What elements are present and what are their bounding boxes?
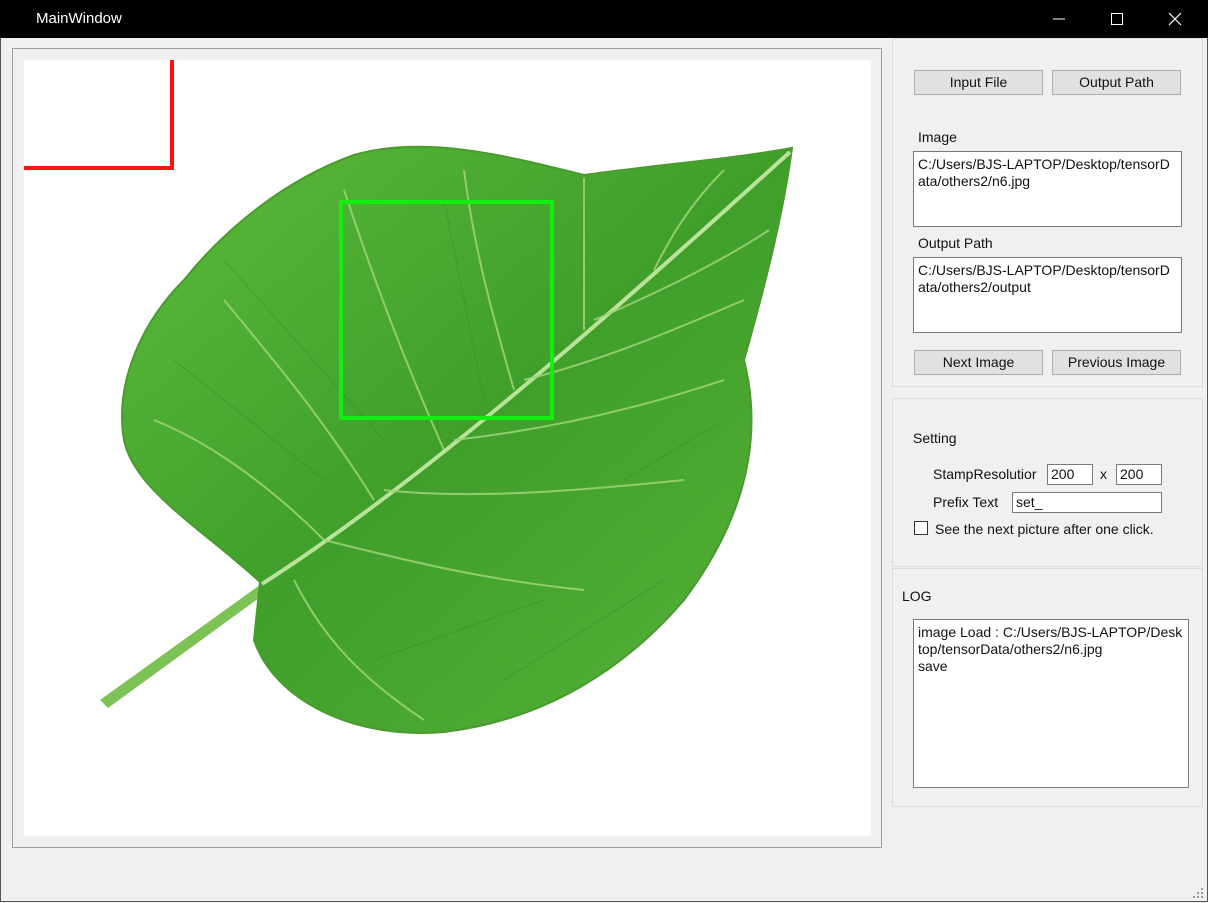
close-button[interactable] bbox=[1146, 0, 1204, 38]
setting-title: Setting bbox=[913, 430, 957, 446]
previous-image-button[interactable]: Previous Image bbox=[1052, 350, 1181, 375]
image-view-panel bbox=[12, 48, 882, 848]
next-image-button[interactable]: Next Image bbox=[914, 350, 1043, 375]
image-path-field[interactable]: C:/Users/BJS-LAPTOP/Desktop/tensorData/o… bbox=[913, 151, 1182, 227]
image-canvas[interactable] bbox=[24, 60, 871, 836]
image-label: Image bbox=[918, 129, 957, 145]
log-title: LOG bbox=[902, 588, 932, 604]
minimize-icon bbox=[1053, 18, 1065, 20]
window-title: MainWindow bbox=[36, 10, 122, 27]
resize-grip-icon[interactable] bbox=[1192, 887, 1204, 899]
prefix-text-input[interactable]: set_ bbox=[1012, 492, 1162, 513]
stamp-resolution-label: StampResolutior bbox=[933, 466, 1037, 482]
maximize-icon bbox=[1111, 13, 1123, 25]
leaf-image bbox=[100, 145, 794, 734]
title-bar: MainWindow bbox=[0, 0, 1208, 38]
output-path-label: Output Path bbox=[918, 235, 993, 251]
log-output[interactable]: image Load : C:/Users/BJS-LAPTOP/Desktop… bbox=[913, 619, 1189, 788]
next-picture-checkbox[interactable] bbox=[914, 521, 928, 535]
input-file-button[interactable]: Input File bbox=[914, 70, 1043, 95]
close-icon bbox=[1168, 12, 1182, 26]
maximize-button[interactable] bbox=[1088, 0, 1146, 38]
stamp-rectangle[interactable] bbox=[339, 200, 554, 420]
stamp-height-input[interactable]: 200 bbox=[1116, 464, 1162, 485]
next-picture-checkbox-label[interactable]: See the next picture after one click. bbox=[935, 521, 1154, 537]
log-line: image Load : C:/Users/BJS-LAPTOP/Desktop… bbox=[918, 624, 1183, 657]
output-path-button[interactable]: Output Path bbox=[1052, 70, 1181, 95]
minimize-button[interactable] bbox=[1030, 0, 1088, 38]
selection-rectangle bbox=[24, 60, 174, 170]
stamp-width-input[interactable]: 200 bbox=[1047, 464, 1093, 485]
output-path-field[interactable]: C:/Users/BJS-LAPTOP/Desktop/tensorData/o… bbox=[913, 257, 1182, 333]
times-label: x bbox=[1100, 466, 1107, 482]
prefix-text-label: Prefix Text bbox=[933, 494, 999, 510]
log-line: save bbox=[918, 658, 948, 674]
